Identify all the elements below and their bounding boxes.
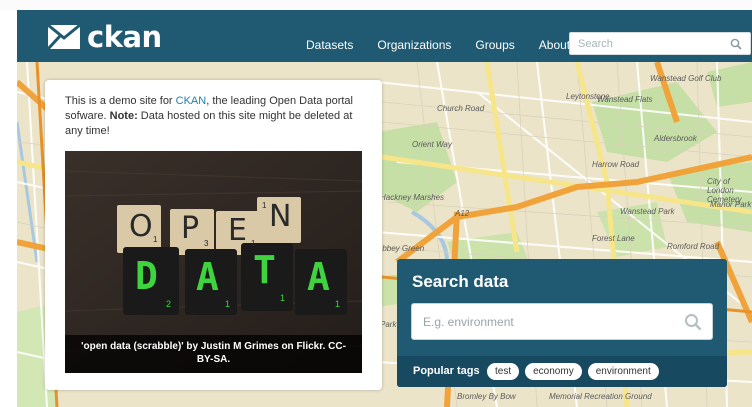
intro-card: This is a demo site for CKAN, the leadin… [45,80,382,390]
map-label: Bromley By Bow [457,392,516,401]
tile-letter-a2: A [307,255,330,299]
nav-datasets[interactable]: Datasets [306,38,353,52]
tile-score-a: 1 [225,299,231,309]
map-label: Abbey Green [377,244,425,253]
map-label: Wanstead Park [620,207,675,216]
tile-score-t: 1 [280,293,286,303]
search-data-panel: Search data Popular tags test economy en… [397,259,727,387]
map-label: Harrow Road [592,160,640,169]
nav-about[interactable]: About [539,38,570,52]
tile-letter-n: N [269,199,292,234]
photo-caption: 'open data (scrabble)' by Justin M Grime… [65,335,362,373]
header-search [569,32,751,55]
nav-groups[interactable]: Groups [475,38,514,52]
popular-tags-bar: Popular tags test economy environment [397,356,727,387]
map-label: Manor Park [710,200,752,209]
ckan-logo-link[interactable]: ckan [47,20,162,54]
ckan-logo-icon [47,24,81,50]
tile-letter-e: E [228,213,247,248]
map-label: Orient Way [412,140,452,149]
ckan-link[interactable]: CKAN [176,95,207,107]
search-icon[interactable] [730,38,742,50]
tag-list: test economy environment [487,363,665,380]
tile-letter-a: A [196,255,219,299]
tile-letter-t: T [253,248,276,292]
tile-letter-p: P [181,211,200,246]
map-label: Wanstead Golf Club [650,74,722,83]
map-label: Wanstead Flats [597,95,653,104]
search-panel-title: Search data [412,272,509,291]
logo-text: ckan [87,20,162,54]
map-label: Memorial Recreation Ground [549,392,652,401]
nav-organizations[interactable]: Organizations [377,38,451,52]
tile-score-d: 2 [166,299,172,309]
popular-tags-label: Popular tags [413,365,480,377]
tag-environment[interactable]: environment [587,363,659,380]
tile-score-a2: 1 [335,299,341,309]
dataset-search [411,303,713,340]
tag-test[interactable]: test [487,363,520,380]
map-label: A12 [455,209,470,218]
featured-photo[interactable]: O 1 P 3 E 1 N 1 D 2 A 1 T 1 A 1 'open da… [65,151,362,373]
tile-score-o: 1 [153,235,158,244]
tile-score-e: 1 [251,239,256,248]
map-label: Hackney Marshes [380,193,445,202]
intro-text: This is a demo site for CKAN, the leadin… [65,94,365,139]
search-icon[interactable] [684,313,702,331]
tag-economy[interactable]: economy [525,363,582,380]
tile-score-n: 1 [262,201,267,210]
main-nav: Datasets Organizations Groups About [306,38,594,52]
header-search-input[interactable] [570,33,720,54]
map-label: Park [380,320,397,329]
map-label: Romford Road [667,242,720,251]
dataset-search-input[interactable] [412,304,672,339]
top-strip [0,0,752,10]
intro-text-part: This is a demo site for [65,95,176,107]
masthead: ckan Datasets Organizations Groups About [17,10,752,62]
tile-letter-o: O [129,209,153,244]
tile-letter-d: D [135,254,158,298]
map-label: Aldersbrook [654,134,697,143]
note-label: Note: [109,110,138,122]
map-label: Church Road [437,104,485,113]
tile-score-p: 3 [204,239,209,248]
map-label: Forest Lane [592,234,635,243]
